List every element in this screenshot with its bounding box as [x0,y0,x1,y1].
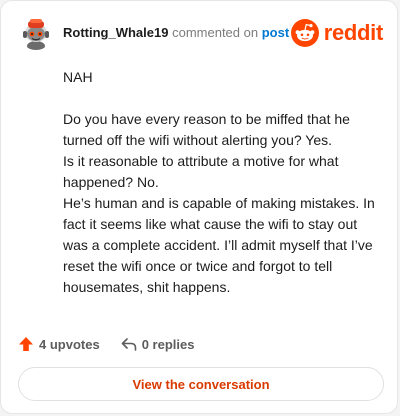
reddit-logo-icon [290,19,319,47]
embedded-comment-card: Rotting_Whale19 commented on post reddit… [0,0,398,414]
view-conversation-button[interactable]: View the conversation [18,367,384,401]
comment-verdict: NAH [63,69,93,85]
brand-name: reddit [323,20,384,45]
comment-paragraph: He’s human and is capable of making mist… [63,195,375,295]
post-link[interactable]: post [262,25,289,40]
reply-arrow-icon [121,338,136,351]
comment-stats: 4 upvotes 0 replies [17,333,194,355]
comment-body: NAH Do you have every reason to be miffe… [63,67,385,298]
replies-stat[interactable]: 0 replies [120,335,195,353]
comment-paragraph: Do you have every reason to be miffed th… [63,111,350,148]
comment-header: Rotting_Whale19 commented on post reddit [19,15,383,53]
upvotes-stat[interactable]: 4 upvotes [17,335,100,353]
upvotes-count: 4 upvotes [39,336,100,352]
comment-byline: Rotting_Whale19 commented on post [63,25,289,41]
user-avatar[interactable] [19,16,53,50]
upvote-arrow-icon [19,337,33,351]
snoo-avatar-icon [19,16,53,50]
comment-paragraph: Is it reasonable to attribute a motive f… [63,153,339,190]
username-link[interactable]: Rotting_Whale19 [63,25,168,40]
replies-count: 0 replies [141,336,195,352]
action-text: commented on [172,25,259,40]
reddit-brand[interactable]: reddit [290,18,384,48]
